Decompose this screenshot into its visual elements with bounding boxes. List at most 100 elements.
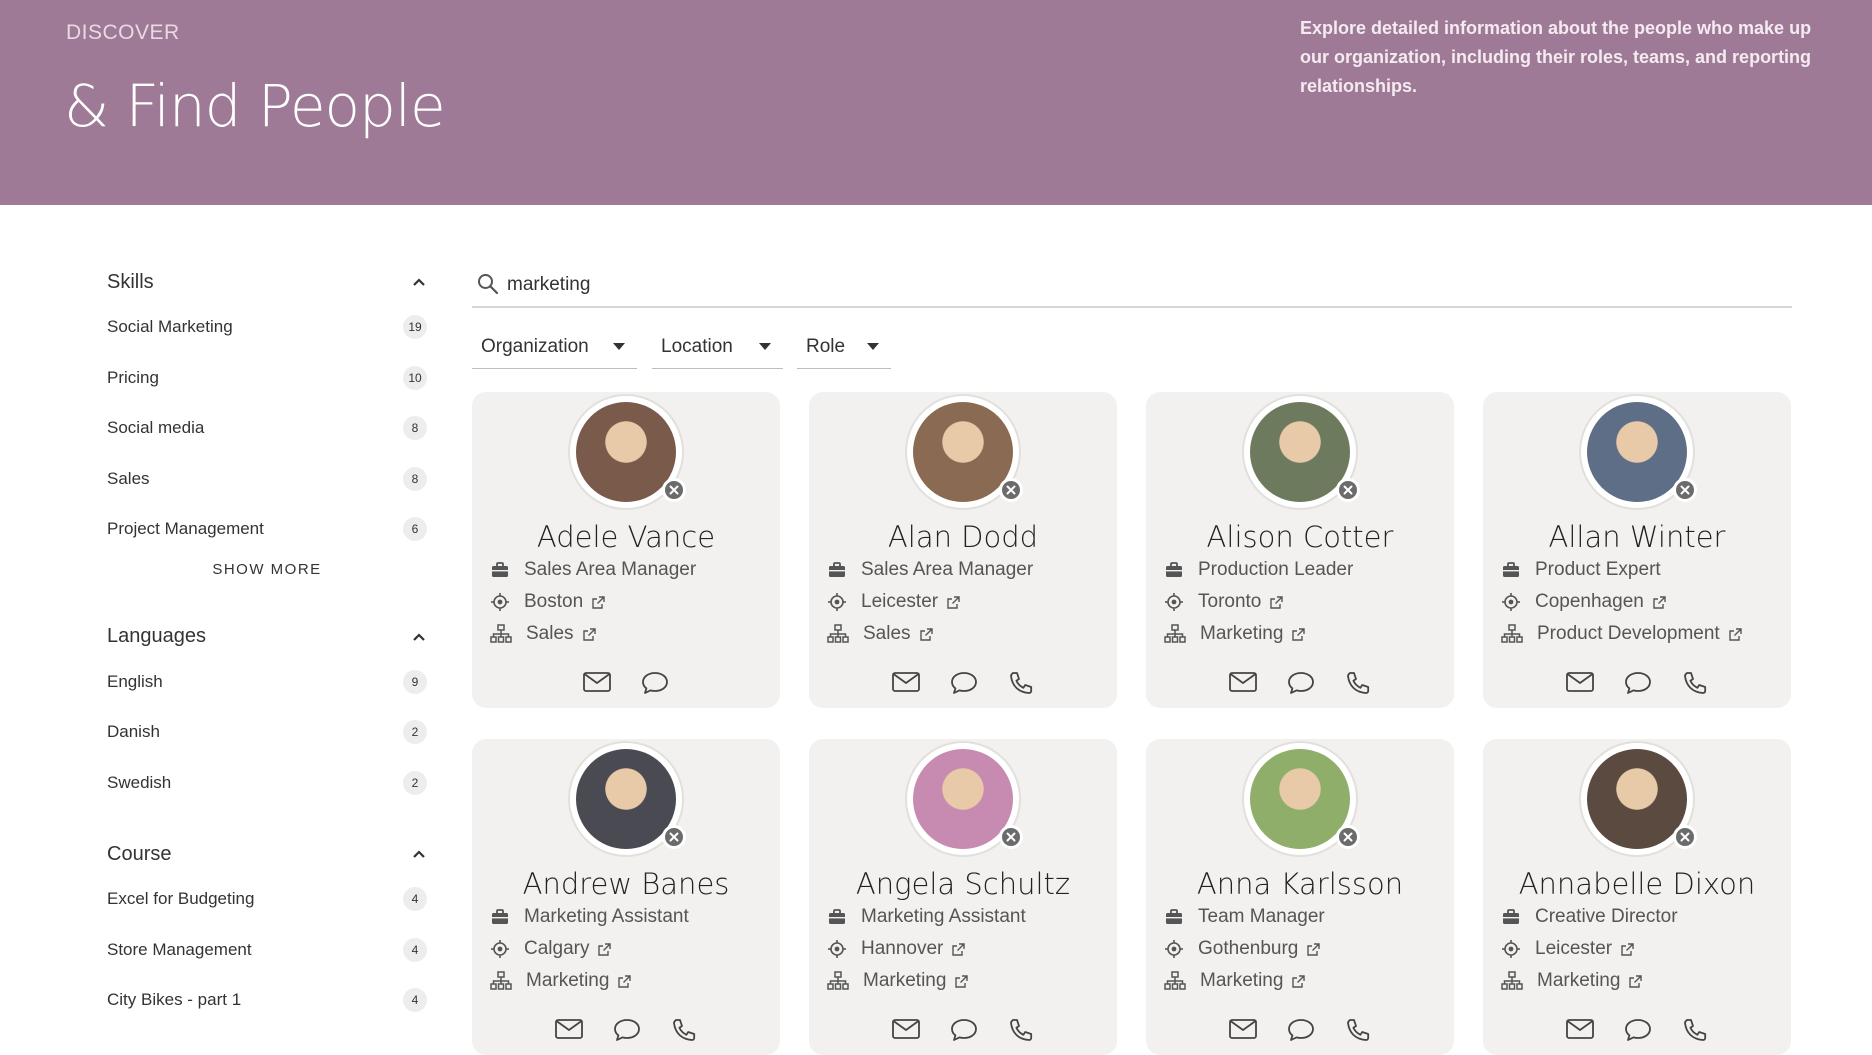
search-input[interactable] [505,269,1709,301]
facet-item[interactable]: Pricing 10 [107,353,427,404]
external-link-icon[interactable] [617,974,632,989]
location-link[interactable]: Leicester [861,591,938,613]
mail-icon[interactable] [891,670,921,694]
department-link[interactable]: Sales [526,623,574,645]
phone-icon[interactable] [1007,1017,1035,1045]
external-link-icon[interactable] [1652,595,1667,610]
phone-icon[interactable] [1681,670,1709,698]
chat-icon[interactable] [1623,670,1653,696]
facet-count-badge: 2 [403,720,427,744]
facet-item[interactable]: Danish 2 [107,707,427,758]
external-link-icon[interactable] [582,627,597,642]
external-link-icon[interactable] [1728,627,1743,642]
external-link-icon[interactable] [946,595,961,610]
person-card[interactable]: Allan Winter Product Expert Copenhagen Prod… [1483,392,1791,708]
location-row: Leicester [1501,935,1635,963]
phone-icon[interactable] [1344,1017,1372,1045]
filter-dropdown-organization[interactable]: Organization [472,326,637,369]
external-link-icon[interactable] [951,942,966,957]
department-link[interactable]: Marketing [863,970,946,992]
external-link-icon[interactable] [954,974,969,989]
facet-item[interactable]: English 9 [107,657,427,708]
chat-icon[interactable] [1623,1017,1653,1043]
department-link[interactable]: Sales [863,623,911,645]
phone-icon[interactable] [670,1017,698,1045]
presence-offline-badge [999,478,1023,502]
department-link[interactable]: Marketing [526,970,609,992]
external-link-icon[interactable] [1291,627,1306,642]
contact-actions [1483,670,1791,698]
facet-item[interactable]: City Bikes - part 1 4 [107,975,427,1026]
department-link[interactable]: Product Development [1537,623,1720,645]
mail-icon[interactable] [1565,1017,1595,1041]
chevron-up-icon[interactable] [411,846,427,862]
person-card[interactable]: Angela Schultz Marketing Assistant Hannove… [809,739,1117,1055]
location-link[interactable]: Gothenburg [1198,938,1298,960]
close-icon [669,485,679,495]
search-icon [478,274,499,295]
external-link-icon[interactable] [1620,942,1635,957]
close-icon [1006,485,1016,495]
department-link[interactable]: Marketing [1200,623,1283,645]
chat-icon[interactable] [1286,1017,1316,1043]
person-name: Alison Cotter [1206,520,1394,554]
person-card[interactable]: Alison Cotter Production Leader Toronto Mar… [1146,392,1454,708]
facet-group-header[interactable]: Course [107,834,427,874]
phone-icon[interactable] [1007,670,1035,698]
external-link-icon[interactable] [1306,942,1321,957]
person-card[interactable]: Alan Dodd Sales Area Manager Leicester Sale… [809,392,1117,708]
external-link-icon[interactable] [1628,974,1643,989]
external-link-icon[interactable] [1291,974,1306,989]
contact-actions [472,1017,780,1045]
external-link-icon[interactable] [591,595,606,610]
phone-icon[interactable] [1344,670,1372,698]
location-link[interactable]: Hannover [861,938,943,960]
location-link[interactable]: Copenhagen [1535,591,1644,613]
external-link-icon[interactable] [597,942,612,957]
location-link[interactable]: Boston [524,591,583,613]
department-link[interactable]: Marketing [1200,970,1283,992]
chat-icon[interactable] [1286,670,1316,696]
facet-item[interactable]: Social Marketing 19 [107,302,427,353]
external-link-icon[interactable] [1269,595,1284,610]
facet-group-header[interactable]: Skills [107,262,427,302]
mail-icon[interactable] [1565,670,1595,694]
person-card[interactable]: Adele Vance Sales Area Manager Boston Sales [472,392,780,708]
chevron-up-icon[interactable] [411,274,427,290]
department-row: Marketing [1501,967,1643,995]
chevron-up-icon[interactable] [411,629,427,645]
chat-icon[interactable] [949,1017,979,1043]
filter-dropdown-role[interactable]: Role [797,326,891,369]
mail-icon[interactable] [1228,1017,1258,1041]
facet-item[interactable]: Social media 8 [107,403,427,454]
location-link[interactable]: Calgary [524,938,589,960]
chat-icon[interactable] [949,670,979,696]
facet-count-badge: 19 [403,315,427,339]
person-card[interactable]: Annabelle Dixon Creative Director Leiceste… [1483,739,1791,1055]
chat-icon[interactable] [612,1017,642,1043]
department-link[interactable]: Marketing [1537,970,1620,992]
facet-count-badge: 10 [403,365,427,390]
mail-icon[interactable] [554,1017,584,1041]
phone-icon[interactable] [1681,1017,1709,1045]
show-more-button[interactable]: SHOW MORE [107,555,427,591]
facet-item[interactable]: Swedish 2 [107,758,427,809]
facet-item[interactable]: Excel for Budgeting 4 [107,874,427,925]
location-link[interactable]: Leicester [1535,938,1612,960]
facet-item[interactable]: Sales 8 [107,454,427,505]
location-link[interactable]: Toronto [1198,591,1261,613]
chat-icon[interactable] [640,670,670,696]
facet-group-header[interactable]: Languages [107,617,427,657]
person-card[interactable]: Anna Karlsson Team Manager Gothenburg Marke… [1146,739,1454,1055]
job-title: Creative Director [1535,906,1678,927]
mail-icon[interactable] [891,1017,921,1041]
mail-icon[interactable] [1228,670,1258,694]
mail-icon[interactable] [582,670,612,694]
facet-item[interactable]: Project Management 6 [107,504,427,555]
location-target-icon [828,593,846,611]
facet-item[interactable]: Store Management 4 [107,925,427,976]
filter-dropdown-location[interactable]: Location [652,326,783,369]
external-link-icon[interactable] [919,627,934,642]
person-card[interactable]: Andrew Banes Marketing Assistant Calgary Ma… [472,739,780,1055]
briefcase-icon [492,909,508,924]
